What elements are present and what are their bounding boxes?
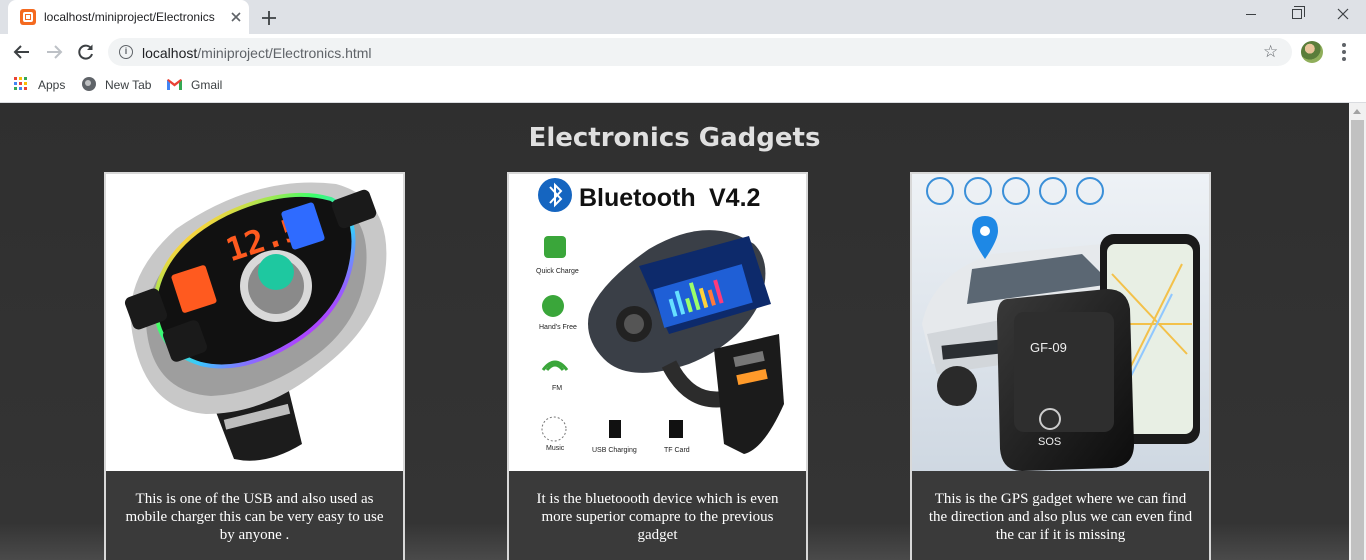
- feature-tf-card: TF Card: [664, 447, 690, 454]
- product-card: 12.5 This is one of the USB and also use…: [104, 172, 405, 560]
- arrow-right-icon: [47, 45, 63, 59]
- tracker-sos-label: SOS: [1038, 436, 1061, 448]
- window-close-button[interactable]: [1320, 0, 1366, 30]
- product-card: GF-09 SOS This is the GPS gadget where w…: [910, 172, 1211, 560]
- product-card: Bluetooth V4.2 Quick Charge Hand's Free …: [507, 172, 808, 560]
- arrow-left-icon: [13, 45, 29, 59]
- restore-button[interactable]: [1274, 0, 1320, 30]
- new-tab-button[interactable]: [258, 7, 280, 29]
- minimize-icon: [1246, 14, 1256, 15]
- card-description: This is the GPS gadget where we can find…: [928, 491, 1193, 543]
- xampp-icon: [20, 9, 36, 25]
- reload-icon: [78, 44, 93, 60]
- browser-tab[interactable]: localhost/miniproject/Electronics: [8, 0, 249, 34]
- gmail-icon: [167, 79, 182, 90]
- scrollbar-thumb[interactable]: [1351, 120, 1364, 560]
- restore-icon: [1292, 6, 1305, 19]
- reload-button[interactable]: [74, 40, 98, 64]
- bluetooth-version: V4.2: [709, 184, 760, 212]
- tab-title: localhost/miniproject/Electronics: [44, 10, 215, 24]
- url-host: localhost: [142, 45, 198, 61]
- card-description: This is one of the USB and also used as …: [125, 491, 384, 543]
- gps-tracker-image: GF-09 SOS: [912, 174, 1209, 471]
- profile-avatar[interactable]: [1301, 41, 1323, 63]
- page-viewport: Electronics Gadgets 12.5 This is one of …: [0, 103, 1349, 560]
- feature-hands-free: Hand's Free: [539, 324, 577, 331]
- url-path: /miniproject/Electronics.html: [197, 45, 372, 61]
- address-bar[interactable]: i localhost/miniproject/Electronics.html…: [108, 38, 1292, 66]
- card-description: It is the bluetoooth device which is eve…: [536, 491, 779, 543]
- bookmark-label: New Tab: [105, 78, 152, 92]
- scroll-up-arrow-icon[interactable]: [1349, 103, 1366, 120]
- page-title: Electronics Gadgets: [528, 123, 821, 153]
- bookmark-label: Gmail: [191, 78, 223, 92]
- tab-strip: localhost/miniproject/Electronics: [0, 0, 1366, 34]
- globe-icon: [82, 77, 96, 91]
- back-button[interactable]: [10, 40, 34, 64]
- feature-music: Music: [546, 445, 565, 452]
- browser-toolbar: i localhost/miniproject/Electronics.html…: [0, 34, 1366, 70]
- apps-grid-icon: [14, 77, 28, 91]
- feature-quick-charge: Quick Charge: [536, 268, 579, 275]
- close-tab-icon[interactable]: [229, 10, 243, 24]
- close-icon: [1337, 8, 1349, 20]
- feature-usb-charging: USB Charging: [592, 447, 637, 454]
- url-text[interactable]: localhost/miniproject/Electronics.html: [142, 45, 372, 61]
- bookmark-label: Apps: [38, 78, 66, 92]
- vertical-scrollbar[interactable]: [1349, 103, 1366, 560]
- bluetooth-fm-transmitter-image: Bluetooth V4.2 Quick Charge Hand's Free …: [509, 174, 806, 471]
- bluetooth-heading: Bluetooth: [579, 184, 696, 212]
- bookmarks-bar: Apps New Tab Gmail: [0, 70, 1366, 103]
- tracker-label: GF-09: [1030, 340, 1067, 355]
- minimize-button[interactable]: [1228, 0, 1274, 30]
- forward-button[interactable]: [42, 40, 66, 64]
- info-icon[interactable]: i: [119, 45, 133, 59]
- bookmark-star-icon[interactable]: ☆: [1263, 43, 1278, 60]
- feature-fm: FM: [552, 385, 562, 392]
- car-usb-charger-image: 12.5: [106, 174, 403, 471]
- kebab-menu-icon[interactable]: [1336, 42, 1352, 62]
